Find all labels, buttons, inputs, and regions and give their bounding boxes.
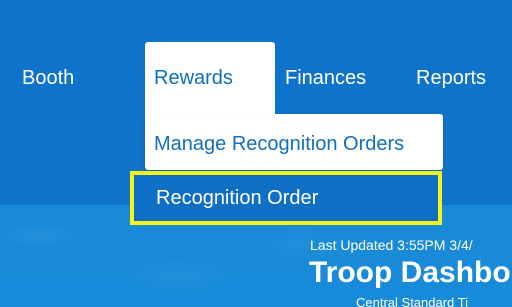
menu-item-manage-recognition-orders[interactable]: Manage Recognition Orders bbox=[154, 132, 404, 156]
menu-item-recognition-order[interactable]: Recognition Order bbox=[130, 171, 442, 225]
nav-reports[interactable]: Reports bbox=[416, 66, 486, 90]
nav-finances[interactable]: Finances bbox=[285, 66, 366, 90]
nav-rewards-label: Rewards bbox=[154, 67, 233, 89]
menu-item-recognition-order-label: Recognition Order bbox=[156, 187, 319, 209]
last-updated-text: Last Updated 3:55PM 3/4/ bbox=[310, 237, 473, 253]
nav-rewards-tab[interactable]: Rewards bbox=[145, 42, 275, 114]
timezone-text: Central Standard Ti bbox=[356, 295, 469, 307]
nav-booth[interactable]: Booth bbox=[22, 66, 74, 90]
page-title: Troop Dashbo bbox=[309, 256, 511, 289]
rewards-dropdown-menu: Manage Recognition Orders bbox=[145, 114, 443, 170]
